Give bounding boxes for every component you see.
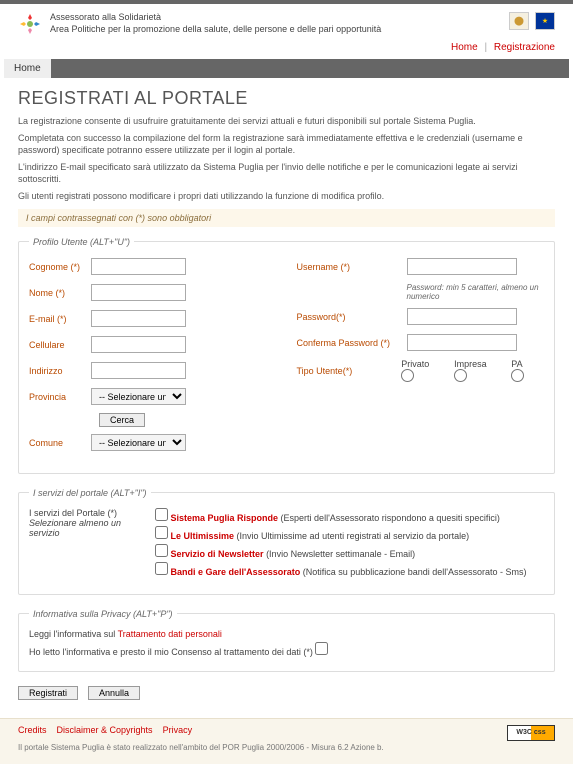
label-tipo-utente: Tipo Utente(*): [297, 366, 402, 376]
fieldset-servizi: I servizi del portale (ALT+"I") I serviz…: [18, 488, 555, 595]
input-cellulare[interactable]: [91, 336, 186, 353]
header: Assessorato alla Solidarietà Area Politi…: [0, 4, 573, 38]
label-comune: Comune: [29, 438, 91, 448]
fieldset-privacy: Informativa sulla Privacy (ALT+"P") Legg…: [18, 609, 555, 672]
select-comune[interactable]: -- Selezionare un Comune --: [91, 434, 186, 451]
label-conferma-password: Conferma Password (*): [297, 338, 407, 348]
input-username[interactable]: [407, 258, 517, 275]
cerca-button[interactable]: Cerca: [99, 413, 145, 427]
radio-pa[interactable]: [511, 369, 524, 382]
eu-flag-icon: ★: [535, 12, 555, 30]
label-password: Password(*): [297, 312, 407, 322]
required-fields-note: I campi contrassegnati con (*) sono obbl…: [18, 209, 555, 227]
intro-text-1: La registrazione consente di usufruire g…: [18, 115, 555, 128]
password-hint: Password: min 5 caratteri, almeno un num…: [407, 283, 545, 301]
legend-profilo: Profilo Utente (ALT+"U"): [29, 237, 134, 247]
footer-disclaimer-link[interactable]: Disclaimer & Copyrights: [57, 725, 153, 735]
topnav-registrazione-link[interactable]: Registrazione: [494, 42, 555, 53]
label-provincia: Provincia: [29, 392, 91, 402]
w3c-css-badge-icon: W3C css: [507, 725, 555, 741]
privacy-consent-label: Ho letto l'informativa e presto il mio C…: [29, 647, 313, 657]
page-title: REGISTRATI AL PORTALE: [18, 88, 555, 109]
svc4-desc: (Notifica su pubblicazione bandi dell'As…: [300, 567, 526, 577]
topnav-home-link[interactable]: Home: [451, 42, 478, 53]
footer: Credits Disclaimer & Copyrights Privacy …: [0, 718, 573, 764]
top-nav: Home | Registrazione: [0, 38, 573, 59]
registrati-button[interactable]: Registrati: [18, 686, 78, 700]
annulla-button[interactable]: Annulla: [88, 686, 140, 700]
input-conferma-password[interactable]: [407, 334, 517, 351]
footer-credits-link[interactable]: Credits: [18, 725, 47, 735]
svc1-name: Sistema Puglia Risponde: [171, 513, 279, 523]
radio-impresa[interactable]: [454, 369, 467, 382]
svc4-name: Bandi e Gare dell'Assessorato: [171, 567, 301, 577]
fieldset-profilo-utente: Profilo Utente (ALT+"U") Cognome (*) Nom…: [18, 237, 555, 474]
privacy-line1-pre: Leggi l'informativa sul: [29, 629, 118, 639]
label-nome: Nome (*): [29, 288, 91, 298]
intro-text-4: Gli utenti registrati possono modificare…: [18, 190, 555, 203]
services-label-main: I servizi del Portale (*): [29, 508, 149, 518]
input-email[interactable]: [91, 310, 186, 327]
input-cognome[interactable]: [91, 258, 186, 275]
checkbox-svc-ultimissime[interactable]: [155, 526, 168, 539]
privacy-data-link[interactable]: Trattamento dati personali: [118, 629, 222, 639]
svc3-desc: (Invio Newsletter settimanale - Email): [264, 549, 416, 559]
svc1-desc: (Esperti dell'Assessorato rispondono a q…: [278, 513, 500, 523]
svc3-name: Servizio di Newsletter: [171, 549, 264, 559]
label-cognome: Cognome (*): [29, 262, 91, 272]
label-email: E-mail (*): [29, 314, 91, 324]
intro-text-2: Completata con successo la compilazione …: [18, 132, 555, 157]
label-tipo-pa: PA: [511, 359, 522, 369]
input-indirizzo[interactable]: [91, 362, 186, 379]
puglia-logo-icon: [18, 12, 42, 36]
label-tipo-impresa: Impresa: [454, 359, 487, 369]
tab-home[interactable]: Home: [4, 59, 51, 78]
label-indirizzo: Indirizzo: [29, 366, 91, 376]
checkbox-svc-newsletter[interactable]: [155, 544, 168, 557]
footer-privacy-link[interactable]: Privacy: [163, 725, 193, 735]
checkbox-svc-bandi[interactable]: [155, 562, 168, 575]
services-label-sub: Selezionare almeno un servizio: [29, 518, 149, 538]
header-org1: Assessorato alla Solidarietà: [50, 12, 381, 24]
radio-privato[interactable]: [401, 369, 414, 382]
main-nav: Home: [4, 59, 569, 78]
legend-privacy: Informativa sulla Privacy (ALT+"P"): [29, 609, 177, 619]
legend-servizi: I servizi del portale (ALT+"I"): [29, 488, 151, 498]
svc2-name: Le Ultimissime: [171, 531, 235, 541]
input-password[interactable]: [407, 308, 517, 325]
label-tipo-privato: Privato: [401, 359, 429, 369]
header-org2: Area Politiche per la promozione della s…: [50, 24, 381, 36]
select-provincia[interactable]: -- Selezionare una Provincia --: [91, 388, 186, 405]
input-nome[interactable]: [91, 284, 186, 301]
svc2-desc: (Invio Ultimissime ad utenti registrati …: [234, 531, 469, 541]
label-username: Username (*): [297, 262, 407, 272]
region-emblem-icon: [509, 12, 529, 30]
label-cellulare: Cellulare: [29, 340, 91, 350]
intro-text-3: L'indirizzo E-mail specificato sarà util…: [18, 161, 555, 186]
checkbox-svc-risponde[interactable]: [155, 508, 168, 521]
checkbox-privacy-consent[interactable]: [315, 642, 328, 655]
footer-note: Il portale Sistema Puglia è stato realiz…: [18, 743, 493, 752]
